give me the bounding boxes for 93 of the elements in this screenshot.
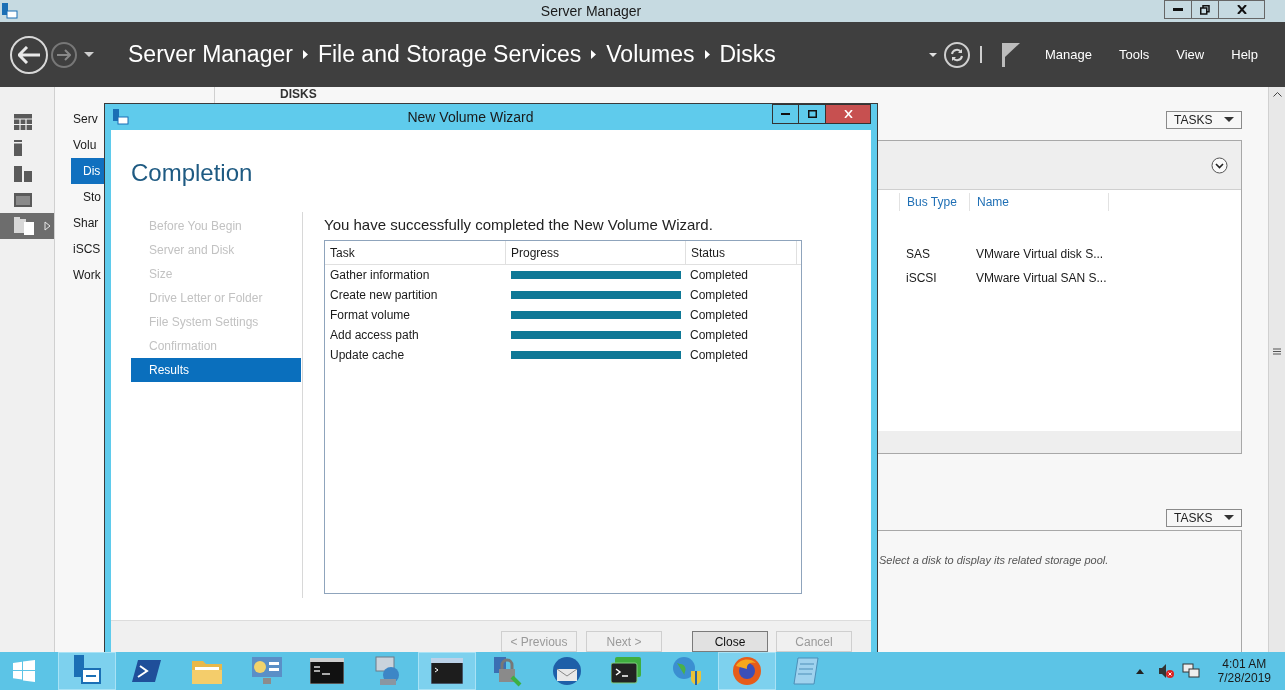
refresh-icon (949, 47, 964, 62)
close-button[interactable] (1219, 0, 1265, 19)
close-button[interactable] (826, 104, 871, 124)
control-panel-icon (251, 656, 283, 686)
minimize-icon (781, 113, 790, 115)
back-arrow-icon (18, 45, 40, 64)
column-header[interactable]: Progress (506, 241, 686, 264)
table-cell-text: Format volume (329, 307, 412, 324)
menu-item[interactable]: Manage (1044, 44, 1092, 65)
server-manager-icon (2, 3, 18, 19)
column-header[interactable]: Bus Type (899, 193, 969, 211)
menu-item[interactable]: Tools (1118, 44, 1150, 65)
close-icon (1236, 5, 1247, 14)
dropdown-caret-icon (1224, 515, 1234, 520)
breadcrumb-separator-icon (591, 50, 597, 59)
show-hidden-icons[interactable] (1135, 668, 1144, 674)
table-cell-text: Completed (689, 327, 749, 344)
speaker-muted-icon[interactable] (1157, 663, 1174, 679)
minimize-icon (1173, 8, 1183, 11)
maximize-icon (807, 110, 817, 118)
terminal-icon (611, 657, 643, 685)
forward-arrow-icon (57, 48, 71, 61)
table-cell-text: Completed (689, 307, 749, 324)
page-heading: Completion (131, 158, 253, 188)
breadcrumb-separator-icon (302, 50, 308, 59)
console-icon (310, 658, 344, 684)
breadcrumb-item[interactable]: Volumes (606, 37, 695, 72)
table-cell-text: VMware Virtual SAN S... (975, 270, 1108, 287)
table-cell-text: iSCSI (905, 270, 938, 287)
tasks-dropdown[interactable]: TASKS (1166, 110, 1242, 129)
empty-message: Select a disk to display its related storage pool. (879, 554, 1109, 566)
back-button[interactable] (10, 35, 48, 74)
taskbar-app[interactable] (418, 652, 476, 690)
forward-button[interactable] (51, 41, 77, 68)
tasks-dropdown[interactable]: TASKS (1166, 508, 1242, 527)
table-cell-text: Add access path (329, 327, 420, 344)
wizard-step[interactable]: Results (131, 358, 301, 382)
minimize-button[interactable] (772, 104, 799, 124)
scroll-up-icon (1272, 91, 1282, 97)
dashboard-icon (14, 114, 32, 130)
wizard-button[interactable]: Close (692, 631, 768, 652)
sidebar-tab[interactable] (0, 213, 54, 239)
dropdown-caret-icon (84, 52, 94, 57)
breadcrumb-item[interactable]: Server Manager (128, 37, 293, 72)
refresh-button[interactable] (943, 41, 970, 68)
server-icon (14, 140, 22, 156)
windows-logo-icon (13, 660, 35, 682)
powershell-icon (132, 658, 162, 684)
table-cell-text: Completed (689, 347, 749, 364)
close-icon (843, 110, 853, 118)
section-heading: DISKS (280, 88, 317, 100)
server-toolbox-icon (113, 109, 129, 125)
window-icon (14, 193, 32, 207)
menu-item[interactable]: View (1176, 44, 1205, 65)
menu-item[interactable]: Help (1231, 44, 1258, 65)
breadcrumb-separator-icon (704, 50, 710, 59)
network-icon (372, 655, 402, 687)
dropdown-caret-icon (928, 52, 937, 57)
expand-arrow-icon (44, 221, 51, 231)
dropdown-caret-icon (1224, 117, 1234, 122)
table-cell-text: Completed (689, 267, 749, 284)
server-toolbox-icon (72, 655, 102, 687)
restore-button[interactable] (1192, 0, 1219, 19)
scroll-grip-icon (1273, 348, 1281, 355)
network-tray-icon[interactable] (1181, 663, 1200, 679)
table-cell-text: Create new partition (329, 287, 439, 304)
success-message: You have successfully completed the New Volume Wizard. (324, 215, 714, 235)
table-cell-text: SAS (905, 246, 931, 263)
notification-flag-icon[interactable] (1001, 42, 1020, 67)
servers-icon (14, 166, 32, 182)
scrollbar[interactable] (1268, 87, 1285, 652)
clock-date: 7/28/2019 (1217, 671, 1271, 685)
minimize-button[interactable] (1164, 0, 1192, 19)
column-header[interactable]: Task (325, 241, 506, 264)
lock-icon (492, 655, 522, 687)
notepad-icon (792, 656, 822, 686)
column-header[interactable]: Name (969, 193, 1109, 211)
column-header[interactable]: Status (686, 241, 797, 264)
storage-icon (14, 217, 36, 235)
table-cell-text: Gather information (329, 267, 431, 284)
dialog-title: New Volume Wizard (407, 107, 534, 127)
globe-shield-icon (671, 655, 703, 687)
terminal-window-icon (431, 658, 463, 684)
clock-time: 4:01 AM (1222, 657, 1267, 671)
table-cell-text: Update cache (329, 347, 406, 364)
breadcrumb-item[interactable]: File and Storage Services (317, 37, 582, 72)
breadcrumb-item[interactable]: Disks (719, 37, 776, 72)
expand-chevron-icon[interactable] (1211, 156, 1228, 174)
table-cell-text: Completed (689, 287, 749, 304)
restore-icon (1200, 4, 1210, 15)
table-cell-text: VMware Virtual disk S... (975, 246, 1105, 263)
window-title: Server Manager (540, 1, 642, 21)
taskbar-app[interactable] (58, 652, 116, 690)
